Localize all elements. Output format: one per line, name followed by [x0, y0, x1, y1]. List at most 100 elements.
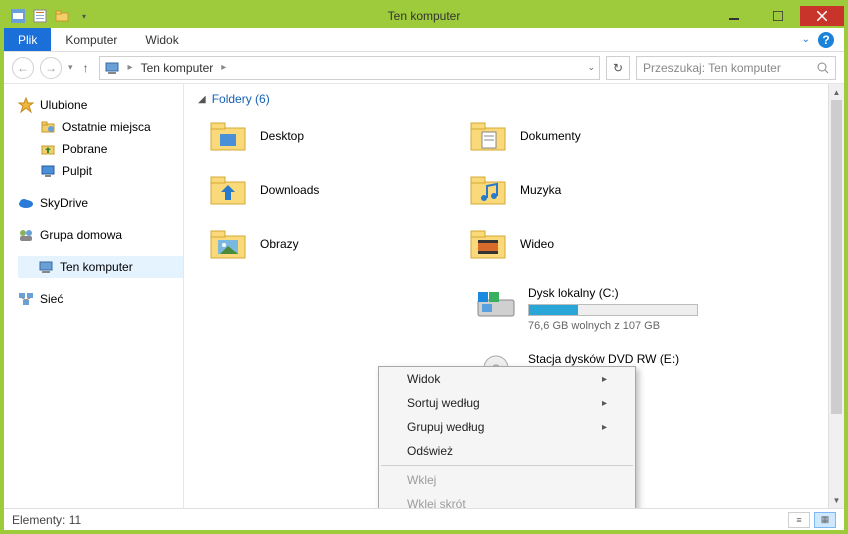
homegroup-icon	[18, 227, 34, 243]
quick-access-toolbar: ▾	[4, 8, 92, 24]
main-content: ◢ Foldery (6) Desktop Dokumenty Download…	[184, 84, 844, 508]
scroll-thumb[interactable]	[831, 100, 842, 414]
computer-icon	[104, 60, 120, 76]
view-details-button[interactable]: ≡	[788, 512, 810, 528]
nav-skydrive[interactable]: SkyDrive	[18, 192, 183, 214]
computer-icon	[38, 259, 54, 275]
search-input[interactable]: Przeszukaj: Ten komputer	[636, 56, 836, 80]
window-buttons	[712, 6, 844, 26]
cloud-icon	[18, 195, 34, 211]
nav-item-label: Pobrane	[62, 142, 107, 156]
nav-item-downloads[interactable]: Pobrane	[18, 138, 183, 160]
folder-icon	[468, 170, 508, 210]
folder-label: Downloads	[260, 183, 319, 197]
chevron-down-icon[interactable]: ⌄	[802, 34, 810, 45]
maximize-button[interactable]	[756, 6, 800, 26]
address-row: ← → ▾ ↑ ▸ Ten komputer ▸ ⌄ ↻ Przeszukaj:…	[4, 52, 844, 84]
properties-icon[interactable]	[32, 8, 48, 24]
close-button[interactable]	[800, 6, 844, 26]
scroll-up-icon[interactable]: ▲	[829, 84, 844, 100]
nav-homegroup[interactable]: Grupa domowa	[18, 224, 183, 246]
capacity-bar	[528, 304, 698, 316]
section-folders-label: Foldery (6)	[212, 92, 270, 106]
forward-button[interactable]: →	[40, 57, 62, 79]
address-bar[interactable]: ▸ Ten komputer ▸ ⌄	[99, 56, 600, 80]
search-placeholder: Przeszukaj: Ten komputer	[643, 61, 781, 75]
titlebar: ▾ Ten komputer	[4, 4, 844, 28]
nav-favorites[interactable]: Ulubione	[18, 94, 183, 116]
nav-skydrive-label: SkyDrive	[40, 196, 88, 210]
refresh-button[interactable]: ↻	[606, 56, 630, 80]
qat-dropdown-icon[interactable]: ▾	[76, 8, 92, 24]
menu-view[interactable]: Widok	[379, 367, 635, 391]
nav-network-label: Sieć	[40, 292, 63, 306]
menu-separator	[381, 465, 633, 466]
folder-icon	[208, 170, 248, 210]
folder-desktop[interactable]: Desktop	[208, 116, 458, 156]
back-button[interactable]: ←	[12, 57, 34, 79]
help-icon[interactable]: ?	[818, 32, 834, 48]
recent-icon	[40, 119, 56, 135]
tab-view[interactable]: Widok	[131, 28, 192, 51]
status-item-count: Elementy: 11	[12, 513, 81, 527]
folder-downloads[interactable]: Downloads	[208, 170, 458, 210]
body: Ulubione Ostatnie miejsca Pobrane Pulpit	[4, 84, 844, 508]
folder-videos[interactable]: Wideo	[468, 224, 768, 264]
drive-label: Dysk lokalny (C:)	[528, 286, 698, 300]
folder-pictures[interactable]: Obrazy	[208, 224, 458, 264]
nav-favorites-label: Ulubione	[40, 98, 87, 112]
address-dropdown-icon[interactable]: ⌄	[587, 62, 595, 73]
nav-this-pc[interactable]: Ten komputer	[18, 256, 183, 278]
nav-network[interactable]: Sieć	[18, 288, 183, 310]
vertical-scrollbar[interactable]: ▲ ▼	[828, 84, 844, 508]
context-menu: Widok Sortuj według Grupuj według Odświe…	[378, 366, 636, 508]
drive-icon	[476, 286, 516, 326]
menu-paste-shortcut: Wklej skrót	[379, 492, 635, 508]
breadcrumb-root[interactable]: Ten komputer	[141, 61, 214, 75]
chevron-right-icon[interactable]: ▸	[219, 62, 228, 73]
minimize-button[interactable]	[712, 6, 756, 26]
search-icon	[817, 62, 829, 74]
nav-item-label: Pulpit	[62, 164, 92, 178]
tab-file[interactable]: Plik	[4, 28, 51, 51]
folder-icon	[468, 224, 508, 264]
star-icon	[18, 97, 34, 113]
ribbon-help: ⌄ ?	[802, 28, 844, 51]
menu-group-by[interactable]: Grupuj według	[379, 415, 635, 439]
new-folder-icon[interactable]	[54, 8, 70, 24]
app-icon	[10, 8, 26, 24]
collapse-icon[interactable]: ◢	[198, 94, 206, 105]
menu-sort-by[interactable]: Sortuj według	[379, 391, 635, 415]
menu-paste: Wklej	[379, 468, 635, 492]
folder-icon	[468, 116, 508, 156]
drive-c[interactable]: Dysk lokalny (C:) 76,6 GB wolnych z 107 …	[476, 286, 824, 332]
nav-item-recent[interactable]: Ostatnie miejsca	[18, 116, 183, 138]
folder-label: Desktop	[260, 129, 304, 143]
menu-refresh[interactable]: Odśwież	[379, 439, 635, 463]
nav-item-label: Ostatnie miejsca	[62, 120, 151, 134]
drive-label: Stacja dysków DVD RW (E:)	[528, 352, 679, 366]
folder-label: Muzyka	[520, 183, 561, 197]
desktop-icon	[40, 163, 56, 179]
folder-label: Dokumenty	[520, 129, 581, 143]
folder-music[interactable]: Muzyka	[468, 170, 768, 210]
folder-label: Wideo	[520, 237, 554, 251]
nav-homegroup-label: Grupa domowa	[40, 228, 122, 242]
folder-icon	[208, 224, 248, 264]
folder-icon	[208, 116, 248, 156]
chevron-right-icon[interactable]: ▸	[126, 62, 135, 73]
nav-this-pc-label: Ten komputer	[60, 260, 133, 274]
tab-computer[interactable]: Komputer	[51, 28, 131, 51]
window-title: Ten komputer	[388, 9, 461, 23]
folder-documents[interactable]: Dokumenty	[468, 116, 768, 156]
downloads-icon	[40, 141, 56, 157]
network-icon	[18, 291, 34, 307]
drive-meta: 76,6 GB wolnych z 107 GB	[528, 320, 698, 332]
explorer-window: ▾ Ten komputer Plik Komputer Widok ⌄ ? ←…	[0, 0, 848, 534]
view-large-icons-button[interactable]: ▦	[814, 512, 836, 528]
recent-dropdown-icon[interactable]: ▾	[68, 62, 73, 73]
up-button[interactable]: ↑	[79, 61, 93, 75]
section-folders[interactable]: ◢ Foldery (6)	[198, 90, 824, 116]
scroll-down-icon[interactable]: ▼	[829, 492, 844, 508]
nav-item-desktop[interactable]: Pulpit	[18, 160, 183, 182]
